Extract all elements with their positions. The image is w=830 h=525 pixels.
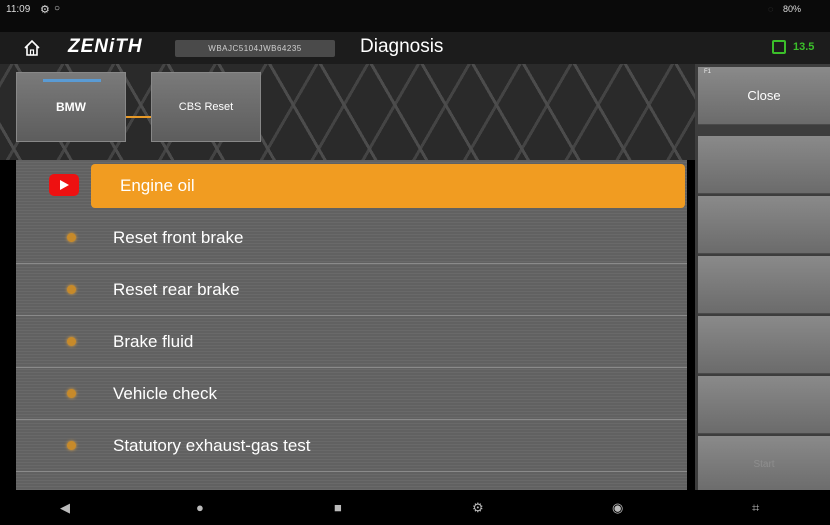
status-gear-icon: ⚙ — [40, 4, 50, 16]
home-circle-icon[interactable]: ● — [196, 500, 204, 515]
status-circle-icon: ○ — [54, 3, 61, 14]
side-button-panel: F1 Close Start — [695, 64, 830, 494]
page-title: Diagnosis — [360, 36, 444, 57]
function-list: Engine oil Reset front brake Reset rear … — [16, 160, 687, 490]
battery-voltage: 13.5 — [793, 41, 815, 53]
list-item-label: Engine oil — [120, 176, 195, 195]
close-button[interactable]: F1 Close — [698, 67, 830, 125]
brand-logo: ZENiTH — [68, 36, 143, 57]
start-button: Start — [698, 436, 830, 494]
side-button-3[interactable] — [698, 196, 830, 254]
bullet-icon — [67, 441, 76, 450]
start-button-label: Start — [753, 459, 775, 470]
list-item-exhaust-gas-test[interactable]: Statutory exhaust-gas test — [16, 420, 687, 472]
recents-square-icon[interactable]: ■ — [334, 500, 342, 515]
side-button-6[interactable] — [698, 376, 830, 434]
status-time: 11:09 — [6, 4, 31, 15]
list-item-label: Brake fluid — [113, 332, 194, 351]
breadcrumb: BMW CBS Reset — [0, 64, 695, 160]
list-item-vehicle-check[interactable]: Vehicle check — [16, 368, 687, 420]
list-item-brake-fluid[interactable]: Brake fluid — [16, 316, 687, 368]
bullet-icon — [67, 233, 76, 242]
bullet-icon — [67, 285, 76, 294]
side-button-5[interactable] — [698, 316, 830, 374]
browser-icon[interactable]: ◉ — [612, 500, 623, 516]
breadcrumb-cbs-reset[interactable]: CBS Reset — [151, 72, 261, 142]
back-triangle-icon[interactable]: ◀ — [60, 500, 70, 516]
list-item-engine-oil[interactable]: Engine oil — [16, 160, 687, 212]
bullet-icon — [67, 337, 76, 346]
home-icon[interactable] — [22, 38, 42, 58]
side-button-2[interactable] — [698, 136, 830, 194]
system-nav-bar: ◀ ● ■ ⚙ ◉ ⌗ — [0, 490, 830, 525]
list-item-label: Reset rear brake — [113, 280, 240, 299]
wifi-icon: ◌ — [768, 4, 774, 14]
breadcrumb-bmw[interactable]: BMW — [16, 72, 126, 142]
video-play-icon[interactable] — [49, 174, 79, 196]
battery-level: 80% — [783, 4, 802, 14]
vin-badge: WBAJC5104JWB64235 — [175, 40, 335, 57]
list-item-label: Statutory exhaust-gas test — [113, 436, 311, 455]
list-item-reset-rear-brake[interactable]: Reset rear brake — [16, 264, 687, 316]
list-item-label: Reset front brake — [113, 228, 244, 247]
side-button-4[interactable] — [698, 256, 830, 314]
vehicle-battery-icon — [772, 40, 786, 54]
close-button-label: Close — [747, 88, 781, 103]
screenshot-icon[interactable]: ⌗ — [752, 500, 759, 516]
list-item-label: Vehicle check — [113, 384, 217, 403]
list-item-reset-front-brake[interactable]: Reset front brake — [16, 212, 687, 264]
breadcrumb-connector — [126, 116, 151, 118]
status-bar: 11:09 ⚙ ○ ◌ 80% — [0, 0, 830, 32]
gear-icon[interactable]: ⚙ — [472, 500, 484, 516]
bullet-icon — [67, 389, 76, 398]
header: ZENiTH WBAJC5104JWB64235 Diagnosis 13.5 — [0, 32, 830, 64]
